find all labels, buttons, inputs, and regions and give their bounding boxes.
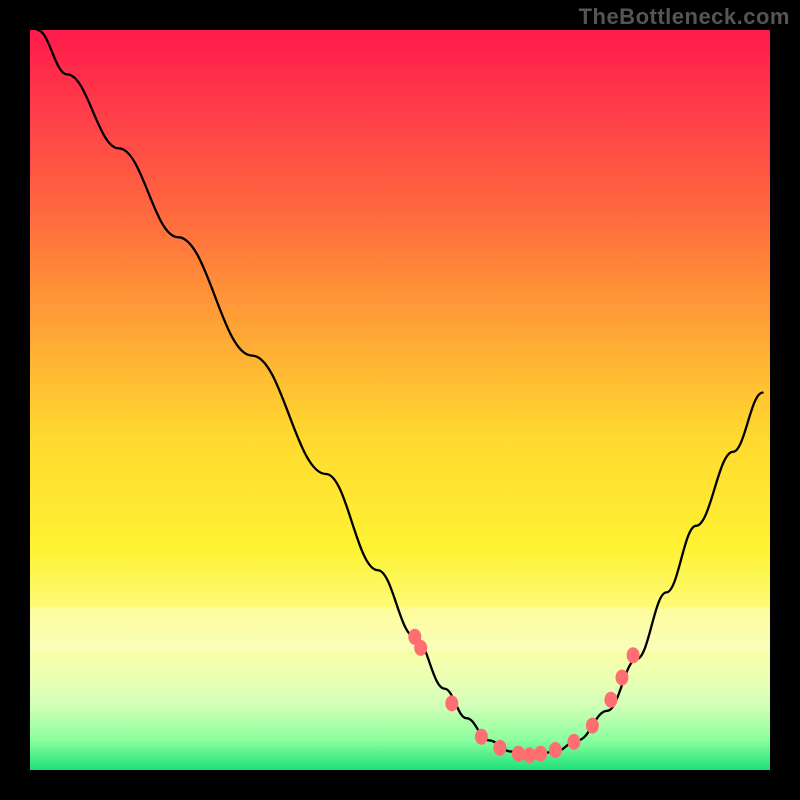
curve-layer (30, 30, 770, 770)
highlight-dot (586, 718, 599, 734)
watermark-text: TheBottleneck.com (579, 4, 790, 30)
highlight-dots-group (408, 629, 639, 763)
highlight-dot (523, 747, 536, 763)
highlight-dot (445, 695, 458, 711)
highlight-dot (567, 734, 580, 750)
highlight-dot (604, 692, 617, 708)
highlight-dot (493, 740, 506, 756)
highlight-dot (627, 647, 640, 663)
highlight-dot (549, 742, 562, 758)
highlight-dot (534, 746, 547, 762)
chart-canvas: TheBottleneck.com (0, 0, 800, 800)
plot-area (30, 30, 770, 770)
highlight-dot (616, 670, 629, 686)
bottleneck-curve (37, 30, 762, 755)
highlight-dot (475, 729, 488, 745)
highlight-dot (512, 746, 525, 762)
highlight-dot (414, 640, 427, 656)
